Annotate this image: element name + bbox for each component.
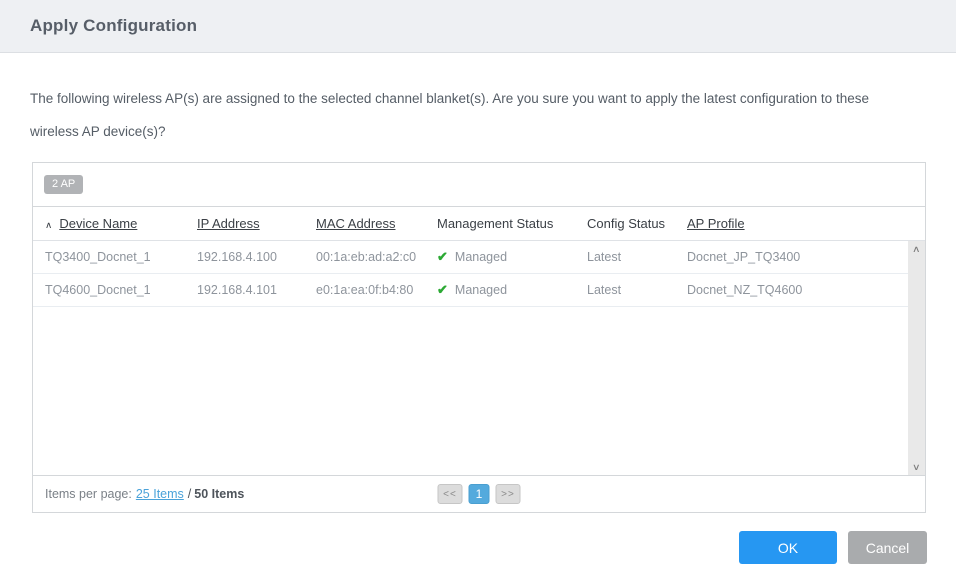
scroll-down-icon[interactable]: ∨ xyxy=(912,461,921,473)
dialog-header: Apply Configuration xyxy=(0,0,956,53)
items-per-page-link[interactable]: 25 Items xyxy=(136,487,184,501)
table-toolbar: 2 AP xyxy=(33,163,925,207)
cell-ap-profile: Docnet_JP_TQ3400 xyxy=(687,250,801,264)
column-header-device-name-label[interactable]: Device Name xyxy=(59,216,137,231)
prev-page-button[interactable]: << xyxy=(437,484,463,504)
cell-ap-profile: Docnet_NZ_TQ4600 xyxy=(687,283,803,297)
cancel-button[interactable]: Cancel xyxy=(848,531,927,564)
vertical-scrollbar[interactable]: ∧ ∨ xyxy=(908,241,925,475)
dialog-footer: OK Cancel xyxy=(0,531,927,564)
managed-check-icon: ✔ xyxy=(437,282,448,297)
managed-check-icon: ✔ xyxy=(437,249,448,264)
table-rows: TQ3400_Docnet_1 192.168.4.100 00:1a:eb:a… xyxy=(33,241,908,307)
total-items-label: 50 Items xyxy=(194,487,245,501)
sort-asc-icon: ∧ xyxy=(45,220,53,231)
pager-buttons: << 1 >> xyxy=(437,484,521,504)
current-page-button[interactable]: 1 xyxy=(468,484,490,504)
column-header-config-status: Config Status xyxy=(587,216,666,231)
confirmation-message: The following wireless AP(s) are assigne… xyxy=(30,91,869,139)
table-header-row: ∧ Device Name IP Address MAC Address Mana… xyxy=(33,207,925,241)
page-title: Apply Configuration xyxy=(30,16,198,35)
cell-config-status: Latest xyxy=(587,250,622,264)
column-header-mac-address[interactable]: MAC Address xyxy=(316,216,437,231)
column-header-management-status: Management Status xyxy=(437,216,554,231)
cell-management-status: ✔ Managed xyxy=(437,249,508,264)
table-row[interactable]: TQ4600_Docnet_1 192.168.4.101 e0:1a:ea:0… xyxy=(33,274,908,307)
cell-mac-address: 00:1a:eb:ad:a2:c0 xyxy=(316,250,417,264)
scroll-up-icon[interactable]: ∧ xyxy=(912,243,921,255)
column-header-device-name[interactable]: ∧ Device Name xyxy=(45,216,197,231)
items-per-page-label: Items per page: xyxy=(45,487,132,501)
cell-device-name: TQ4600_Docnet_1 xyxy=(45,283,151,297)
cell-ip-address: 192.168.4.100 xyxy=(197,250,277,264)
items-separator: / xyxy=(187,487,192,501)
ap-count-badge: 2 AP xyxy=(44,175,84,194)
ap-table: 2 AP ∧ Device Name IP Address MAC Address… xyxy=(32,162,926,513)
pagination-bar: Items per page: 25 Items / 50 Items << 1… xyxy=(33,475,925,512)
next-page-button[interactable]: >> xyxy=(495,484,521,504)
ok-button[interactable]: OK xyxy=(739,531,837,564)
cell-mac-address: e0:1a:ea:0f:b4:80 xyxy=(316,283,414,297)
column-header-ap-profile[interactable]: AP Profile xyxy=(687,216,925,231)
cell-device-name: TQ3400_Docnet_1 xyxy=(45,250,151,264)
column-header-ip-address[interactable]: IP Address xyxy=(197,216,316,231)
cell-config-status: Latest xyxy=(587,283,622,297)
cell-ip-address: 192.168.4.101 xyxy=(197,283,277,297)
cell-management-status: ✔ Managed xyxy=(437,282,508,297)
table-body: TQ3400_Docnet_1 192.168.4.100 00:1a:eb:a… xyxy=(33,241,925,475)
table-row[interactable]: TQ3400_Docnet_1 192.168.4.100 00:1a:eb:a… xyxy=(33,241,908,274)
